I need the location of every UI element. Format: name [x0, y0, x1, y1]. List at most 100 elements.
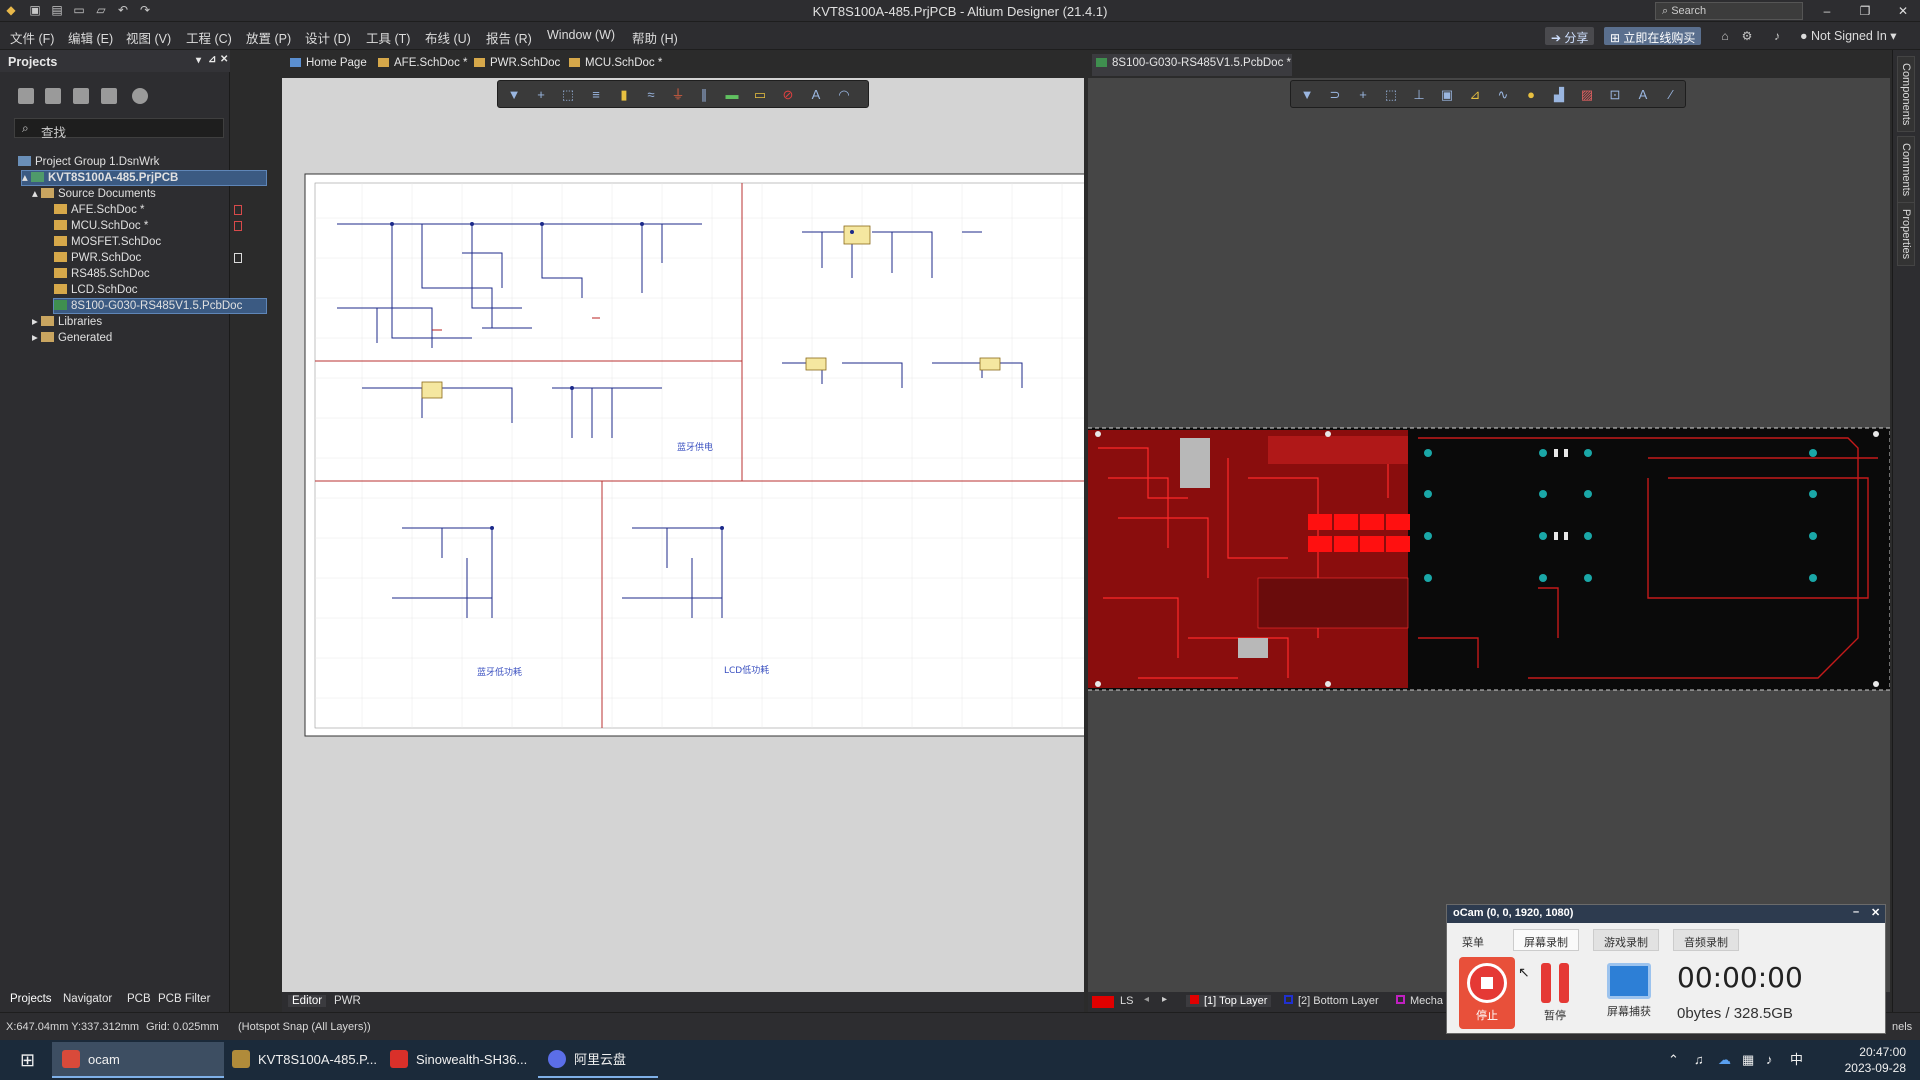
file-rs485[interactable]: RS485.SchDoc — [54, 267, 150, 281]
home-icon[interactable]: ⌂ — [1718, 29, 1732, 43]
schematic-editor[interactable]: 蓝牙供电 蓝牙低功耗 LCD低功耗 — [282, 78, 1096, 992]
onedrive-icon[interactable]: ☁ — [1718, 1042, 1731, 1078]
libraries-folder[interactable]: ▸ Libraries — [32, 315, 102, 329]
move-icon[interactable]: + — [1355, 87, 1371, 103]
file-pcbdoc[interactable]: 8S100-G030-RS485V1.5.PcbDoc — [53, 298, 267, 314]
ocam-minimize-button[interactable]: – — [1853, 906, 1859, 918]
project-group[interactable]: Project Group 1.DsnWrk — [18, 155, 159, 169]
properties-panel-tab[interactable]: Properties — [1897, 202, 1915, 267]
project-item[interactable]: ▴ KVT8S100A-485.PrjPCB — [21, 170, 267, 186]
menu-view[interactable]: 视图 (V) — [126, 28, 171, 47]
ocam-tab-game-record[interactable]: 游戏录制 — [1593, 929, 1659, 951]
settings-icon[interactable] — [132, 88, 148, 104]
menu-place[interactable]: 放置 (P) — [246, 28, 291, 47]
menu-window[interactable]: Window (W) — [547, 28, 615, 42]
taskbar-aliyun[interactable]: 阿里云盘 — [538, 1042, 658, 1078]
source-documents-folder[interactable]: ▴ Source Documents — [32, 187, 156, 201]
route-icon[interactable]: ⊃ — [1327, 87, 1343, 103]
tab-pcb[interactable]: PCB — [127, 993, 151, 1005]
comments-panel-tab[interactable]: Comments — [1897, 136, 1915, 204]
ocam-stop-button[interactable]: 停止 — [1459, 957, 1515, 1029]
ocam-close-button[interactable]: ✕ — [1871, 906, 1880, 919]
close-button[interactable]: ✕ — [1888, 2, 1918, 20]
taskbar-ocam[interactable]: ocam — [52, 1042, 224, 1078]
align-icon[interactable]: ≡ — [588, 87, 604, 103]
tab-home-page[interactable]: Home Page — [290, 57, 367, 69]
microphone-icon[interactable]: ♫ — [1694, 1042, 1704, 1078]
taskbar-wps[interactable]: Sinowealth-SH36... — [380, 1042, 538, 1078]
panels-button[interactable]: nels — [1892, 1021, 1912, 1033]
project-search-input[interactable]: 查找 — [14, 118, 224, 140]
file-lcd[interactable]: LCD.SchDoc — [54, 283, 137, 297]
layer-next-icon[interactable]: ▸ — [1162, 994, 1167, 1005]
menu-file[interactable]: 文件 (F) — [10, 28, 54, 47]
tab-pcb-filter[interactable]: PCB Filter — [158, 993, 210, 1005]
tab-pwr[interactable]: PWR.SchDoc — [474, 57, 560, 69]
taskbar-altium[interactable]: KVT8S100A-485.P... — [222, 1042, 380, 1078]
text-icon[interactable]: A — [1635, 87, 1651, 103]
filter-icon[interactable]: ▼ — [1299, 87, 1315, 103]
no-erc-icon[interactable]: ⊘ — [780, 87, 796, 103]
generated-folder[interactable]: ▸ Generated — [32, 331, 112, 345]
file-mosfet[interactable]: MOSFET.SchDoc — [54, 235, 161, 249]
pcb-editor[interactable] — [1087, 78, 1891, 992]
layer-prev-icon[interactable]: ◂ — [1144, 994, 1149, 1005]
menu-tools[interactable]: 工具 (T) — [366, 28, 410, 47]
panel-menu-icon[interactable]: ▾ — [196, 55, 201, 66]
gear-icon[interactable]: ⚙ — [1740, 29, 1754, 43]
sheet-symbol-icon[interactable]: ▬ — [724, 87, 740, 103]
ocam-tab-screen-record[interactable]: 屏幕录制 — [1513, 929, 1579, 951]
polygon-icon[interactable]: ▟ — [1551, 87, 1567, 103]
current-layer-swatch[interactable] — [1092, 996, 1114, 1008]
select-icon[interactable]: ⬚ — [1383, 87, 1399, 103]
folder-icon[interactable] — [73, 88, 89, 104]
file-mcu[interactable]: MCU.SchDoc * — [54, 219, 148, 233]
account-menu[interactable]: ● Not Signed In ▾ — [1800, 28, 1897, 43]
select-icon[interactable]: ⬚ — [560, 87, 576, 103]
dimension-icon[interactable]: ⊡ — [1607, 87, 1623, 103]
menu-edit[interactable]: 编辑 (E) — [68, 28, 113, 47]
interactive-route-icon[interactable]: ⊿ — [1467, 87, 1483, 103]
network-icon[interactable]: ▦ — [1742, 1042, 1754, 1078]
compile-icon[interactable] — [45, 88, 61, 104]
save-project-icon[interactable] — [18, 88, 34, 104]
notifications-icon[interactable]: ♪ — [1770, 29, 1784, 43]
place-part-icon[interactable]: ▮ — [616, 87, 632, 103]
filter-icon[interactable]: ▼ — [506, 87, 522, 103]
ocam-tab-menu[interactable]: 菜单 — [1451, 929, 1495, 951]
diff-pair-icon[interactable]: ∿ — [1495, 87, 1511, 103]
search-input[interactable]: ⌕ Search — [1655, 2, 1803, 20]
bus-icon[interactable]: ∥ — [696, 87, 712, 103]
keepout-icon[interactable]: ▨ — [1579, 87, 1595, 103]
tab-projects[interactable]: Projects — [10, 993, 52, 1005]
text-icon[interactable]: A — [808, 87, 824, 103]
ime-indicator[interactable]: 中 — [1790, 1042, 1803, 1078]
tab-pwr-bottom[interactable]: PWR — [334, 995, 361, 1007]
layer-tab-mechanical[interactable]: Mecha — [1396, 995, 1443, 1007]
power-port-icon[interactable]: ⏚ — [670, 87, 686, 103]
port-icon[interactable]: ▭ — [752, 87, 768, 103]
components-panel-tab[interactable]: Components — [1897, 56, 1915, 133]
layer-set-button[interactable]: LS — [1120, 995, 1133, 1007]
pcb-document-tab[interactable]: 8S100-G030-RS485V1.5.PcbDoc * — [1092, 54, 1292, 76]
file-afe[interactable]: AFE.SchDoc * — [54, 203, 145, 217]
layer-tab-top[interactable]: [1] Top Layer — [1186, 995, 1272, 1007]
wire-icon[interactable]: ≈ — [643, 87, 659, 103]
menu-help[interactable]: 帮助 (H) — [632, 28, 678, 47]
menu-design[interactable]: 设计 (D) — [305, 28, 351, 47]
tab-navigator[interactable]: Navigator — [63, 993, 112, 1005]
ocam-capture-button[interactable]: 屏幕捕获 — [1597, 957, 1661, 1029]
arc-icon[interactable]: ◠ — [836, 87, 852, 103]
ocam-pause-button[interactable]: 暂停 — [1527, 957, 1583, 1029]
ocam-tab-audio-record[interactable]: 音频录制 — [1673, 929, 1739, 951]
menu-reports[interactable]: 报告 (R) — [486, 28, 532, 47]
clock[interactable]: 20:47:00 2023-09-28 — [1834, 1042, 1906, 1078]
align-icon[interactable]: ⊥ — [1411, 87, 1427, 103]
show-hidden-icons[interactable]: ⌃ — [1668, 1042, 1679, 1078]
volume-icon[interactable]: ♪ — [1766, 1042, 1773, 1078]
restore-button[interactable]: ❐ — [1850, 2, 1880, 20]
tab-mcu[interactable]: MCU.SchDoc * — [569, 57, 662, 69]
pin-icon[interactable]: ⊿ — [208, 54, 216, 65]
tab-editor[interactable]: Editor — [288, 995, 327, 1007]
place-component-icon[interactable]: ▣ — [1439, 87, 1455, 103]
